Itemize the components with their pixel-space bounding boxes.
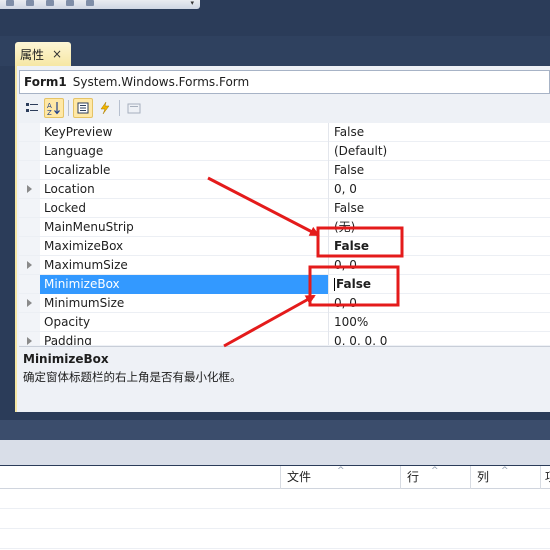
toolbar-icon[interactable]	[6, 0, 14, 6]
toolbar-icon[interactable]	[66, 0, 74, 6]
property-row[interactable]: Language (Default)	[19, 141, 550, 161]
list-row	[0, 529, 550, 549]
properties-toolbar: AZ	[19, 96, 550, 120]
tool-window-tab-strip: 属性 ×	[0, 36, 550, 66]
description-pane: MinimizeBox 确定窗体标题栏的右上角是否有最小化框。	[19, 346, 550, 410]
property-value-text: False	[336, 276, 371, 291]
object-type: System.Windows.Forms.Form	[72, 75, 250, 89]
object-selector[interactable]: Form1 System.Windows.Forms.Form	[19, 70, 550, 94]
toolbar-icon[interactable]	[26, 0, 34, 6]
property-name: MinimumSize	[40, 293, 329, 313]
description-title: MinimizeBox	[23, 352, 109, 366]
property-value[interactable]: False	[332, 275, 371, 294]
toolbar-separator	[119, 100, 120, 116]
property-value[interactable]: 100%	[332, 313, 368, 332]
tab-label: 属性	[20, 47, 45, 62]
toolbar-icon[interactable]	[46, 0, 54, 6]
property-row[interactable]: Location 0, 0	[19, 179, 550, 199]
property-name: Padding	[40, 331, 329, 345]
property-value[interactable]: 0, 0	[332, 294, 357, 313]
bottom-window-header	[0, 420, 550, 440]
column-header-file[interactable]: 文件 ^	[280, 466, 400, 489]
property-value[interactable]: 0, 0, 0, 0	[332, 332, 387, 346]
bottom-window-toolbar	[0, 440, 550, 465]
property-row[interactable]: KeyPreview False	[19, 123, 550, 142]
property-value[interactable]: (Default)	[332, 142, 387, 161]
property-value[interactable]: False	[332, 123, 364, 142]
sort-arrow-icon: ^	[501, 466, 509, 476]
property-value[interactable]: False	[332, 199, 364, 218]
expand-arrow-icon[interactable]	[27, 185, 32, 193]
list-header: 文件 ^ 行 ^ 列 ^ 项	[0, 466, 550, 489]
expand-arrow-icon[interactable]	[27, 337, 32, 345]
property-name: MainMenuStrip	[40, 217, 329, 237]
property-row[interactable]: Padding 0, 0, 0, 0	[19, 331, 550, 346]
property-value[interactable]: 0, 0	[332, 256, 357, 275]
property-pages-icon[interactable]	[124, 98, 144, 118]
tab-properties[interactable]: 属性 ×	[15, 42, 71, 66]
sort-arrow-icon: ^	[431, 466, 439, 476]
column-label: 项	[545, 470, 550, 484]
list-row	[0, 509, 550, 529]
property-row[interactable]: MainMenuStrip (无)	[19, 217, 550, 237]
property-row[interactable]: MaximizeBox False	[19, 236, 550, 256]
property-row[interactable]: Locked False	[19, 198, 550, 218]
property-name: MaximizeBox	[40, 236, 329, 256]
object-name: Form1	[24, 75, 67, 89]
property-name: Localizable	[40, 160, 329, 180]
categorized-icon[interactable]	[22, 98, 42, 118]
property-name: MinimizeBox	[40, 274, 329, 294]
alphabetical-icon[interactable]: AZ	[44, 98, 64, 118]
close-icon[interactable]: ×	[52, 47, 62, 61]
properties-panel: Form1 System.Windows.Forms.Form AZ KeyPr…	[15, 66, 550, 412]
list-body	[0, 489, 550, 550]
property-value[interactable]: (无)	[332, 218, 355, 237]
property-name: Language	[40, 141, 329, 161]
column-label: 列	[477, 470, 490, 484]
property-value[interactable]: 0, 0	[332, 180, 357, 199]
property-value[interactable]: False	[332, 237, 369, 256]
property-name: MaximumSize	[40, 255, 329, 275]
toolbar-separator	[68, 100, 69, 116]
property-row[interactable]: MinimumSize 0, 0	[19, 293, 550, 313]
events-icon[interactable]	[95, 98, 115, 118]
properties-icon[interactable]	[73, 98, 93, 118]
top-toolbar: ▾	[0, 0, 200, 9]
description-text: 确定窗体标题栏的右上角是否有最小化框。	[23, 370, 242, 384]
column-header-column[interactable]: 列 ^	[470, 466, 540, 489]
expand-arrow-icon[interactable]	[27, 261, 32, 269]
column-header-line[interactable]: 行 ^	[400, 466, 470, 489]
property-row[interactable]: Localizable False	[19, 160, 550, 180]
chevron-down-icon[interactable]: ▾	[190, 0, 194, 7]
property-name: Opacity	[40, 312, 329, 332]
property-row[interactable]: Opacity 100%	[19, 312, 550, 332]
property-name: Locked	[40, 198, 329, 218]
property-grid: KeyPreview False Language (Default) Localiza…	[19, 123, 550, 345]
list-row	[0, 489, 550, 509]
column-label: 行	[407, 470, 420, 484]
expand-arrow-icon[interactable]	[27, 299, 32, 307]
property-row[interactable]: MaximumSize 0, 0	[19, 255, 550, 275]
property-name: KeyPreview	[40, 123, 329, 142]
toolbar-icon[interactable]	[86, 0, 94, 6]
property-row[interactable]: MinimizeBox False	[19, 274, 550, 294]
svg-text:Z: Z	[47, 109, 52, 115]
column-label: 文件	[287, 470, 312, 484]
text-caret	[334, 277, 335, 291]
property-name: Location	[40, 179, 329, 199]
column-header-project[interactable]: 项	[540, 466, 550, 489]
sort-arrow-icon: ^	[337, 466, 345, 476]
property-value[interactable]: False	[332, 161, 364, 180]
